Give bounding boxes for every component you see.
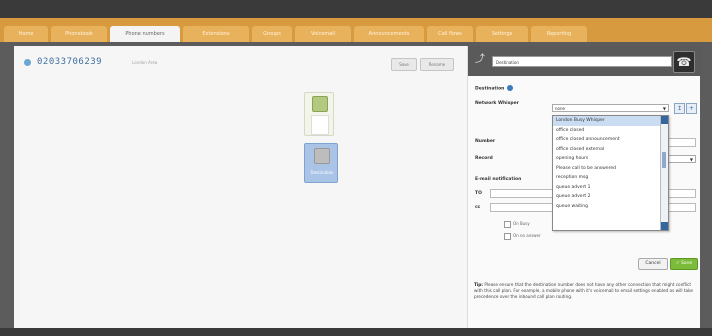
to-label: TO: [475, 191, 482, 196]
dropdown-option[interactable]: office closed announcement: [553, 135, 662, 145]
network-whisper-select[interactable]: none ▼: [552, 104, 669, 112]
main-tab-bar: Home Phonebook Phone numbers Extensions …: [0, 18, 712, 42]
whisper-dropdown-list[interactable]: London Busy Whisper office closed office c…: [552, 115, 669, 231]
tab-home[interactable]: Home: [4, 26, 48, 42]
dropdown-option[interactable]: queue advert 2: [553, 192, 662, 202]
info-icon[interactable]: [507, 85, 514, 91]
dropdown-option[interactable]: opening hours: [553, 154, 662, 164]
tab-settings[interactable]: Settings: [476, 26, 528, 42]
save-number-button[interactable]: Save: [391, 58, 417, 71]
scroll-down-icon[interactable]: [661, 222, 668, 230]
number-input[interactable]: [668, 138, 696, 147]
email-notification-label: E-mail notification: [475, 177, 522, 182]
destination-heading-text: Destination: [475, 86, 505, 92]
on-busy-checkbox[interactable]: [504, 221, 511, 228]
add-icon[interactable]: +: [686, 103, 697, 114]
number-header: 02033706239 London Area: [24, 54, 157, 70]
save-button-label: Save: [681, 261, 693, 266]
tab-voicemail[interactable]: Voicemail: [295, 26, 351, 42]
tab-announcements[interactable]: Announcements: [354, 26, 424, 42]
dropdown-option[interactable]: office closed external: [553, 145, 662, 155]
destination-panel: ⤴ Destination ☎ Destination Network Whis…: [467, 46, 701, 328]
routing-arrow-icon: ⤴: [475, 54, 485, 65]
trash-icon[interactable]: [314, 148, 330, 164]
network-whisper-label: Network Whisper: [475, 101, 519, 106]
tab-groups[interactable]: Groups: [252, 26, 292, 42]
main-content: 02033706239 London Area Save Rename Dest…: [14, 46, 701, 328]
dropdown-option[interactable]: reception msg: [553, 173, 662, 183]
number-location: London Area: [132, 59, 158, 65]
no-answer-checkbox[interactable]: [504, 233, 511, 240]
record-label: Record: [475, 156, 493, 161]
save-button[interactable]: ✓ Save: [670, 258, 698, 270]
destination-heading: Destination: [475, 85, 514, 92]
chevron-down-icon: ▼: [662, 106, 666, 111]
tip-label: Tip:: [474, 282, 483, 287]
scroll-thumb[interactable]: [662, 152, 666, 168]
tip-text: Tip: Please ensure that the destination …: [474, 282, 696, 300]
status-dot-icon: [24, 58, 31, 66]
phone-number: 02033706239: [37, 57, 103, 67]
dropdown-option[interactable]: London Busy Whisper: [553, 116, 662, 126]
chevron-down-icon: ▼: [689, 157, 693, 162]
dropdown-option[interactable]: office closed: [553, 126, 662, 136]
destination-name-input[interactable]: Destination: [492, 56, 672, 67]
tab-call-flows[interactable]: Call flows: [427, 26, 473, 42]
dropdown-scrollbar[interactable]: [660, 116, 668, 230]
tab-phonebook[interactable]: Phonebook: [51, 26, 107, 42]
telephone-icon: ☎: [673, 51, 695, 73]
dropdown-option[interactable]: queue waiting: [553, 202, 662, 212]
rename-number-button[interactable]: Rename: [420, 58, 454, 71]
dropdown-option[interactable]: Please call to be answered: [553, 164, 662, 174]
network-whisper-value: none: [555, 106, 565, 111]
top-bar: [0, 0, 712, 18]
cancel-button[interactable]: Cancel: [638, 258, 668, 270]
destination-node-label: Destination: [310, 170, 334, 175]
record-select[interactable]: ▼: [668, 155, 696, 163]
on-busy-label: On Busy: [513, 221, 530, 226]
cc-label: cc: [475, 205, 481, 210]
flow-node-body: [311, 115, 329, 135]
dropdown-options: London Busy Whisper office closed office c…: [553, 116, 662, 230]
bottom-bar: [0, 328, 712, 336]
tab-reporting[interactable]: Reporting: [531, 26, 587, 42]
scroll-up-icon[interactable]: [661, 116, 668, 124]
upload-icon[interactable]: ↥: [674, 103, 685, 114]
destination-node[interactable]: Destination: [304, 143, 338, 183]
flow-start-node[interactable]: [304, 92, 334, 136]
number-label: Number: [475, 139, 496, 144]
tip-body: Please ensure that the destination numbe…: [474, 282, 693, 299]
call-flow-canvas: 02033706239 London Area Save Rename Dest…: [14, 46, 467, 328]
phone-start-icon: [312, 96, 328, 112]
no-answer-label: On no answer: [513, 233, 541, 238]
tab-phone-numbers[interactable]: Phone numbers: [110, 26, 180, 42]
tab-extensions[interactable]: Extensions: [183, 26, 249, 42]
dropdown-option[interactable]: queue advert 1: [553, 183, 662, 193]
panel-header: ⤴ Destination ☎: [468, 46, 701, 76]
